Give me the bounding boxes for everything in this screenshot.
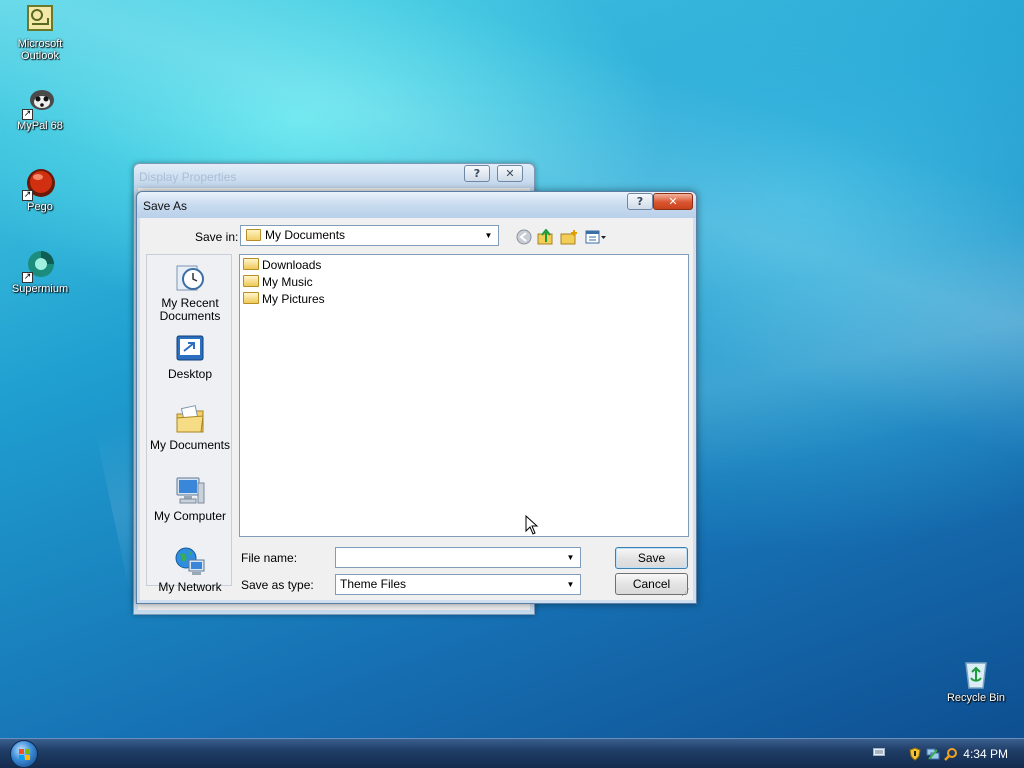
dialog-body: Save in: My Documents ▼ My Recent Docume… bbox=[140, 218, 693, 600]
desktop-icon-mypal[interactable]: ↗ MyPal 68 bbox=[2, 86, 78, 132]
save-as-type-label: Save as type: bbox=[241, 578, 314, 592]
file-name: My Pictures bbox=[262, 292, 325, 306]
dialog-title: Save As bbox=[143, 199, 188, 213]
desktop-icon-label: Outlook bbox=[21, 50, 59, 62]
desktop-icon bbox=[174, 333, 206, 365]
save-button[interactable]: Save bbox=[615, 547, 688, 569]
resize-grip-icon[interactable]: ⋰ bbox=[681, 588, 691, 598]
keyboard-icon[interactable] bbox=[872, 747, 886, 761]
security-shield-icon[interactable] bbox=[908, 747, 922, 761]
folder-music-icon bbox=[243, 275, 259, 287]
back-icon[interactable] bbox=[514, 227, 534, 247]
clock[interactable]: 4:34 PM bbox=[963, 747, 1008, 761]
list-item-my-pictures[interactable]: My Pictures bbox=[243, 291, 325, 307]
start-button[interactable] bbox=[10, 740, 38, 768]
file-name-label: File name: bbox=[241, 551, 298, 565]
list-item-my-music[interactable]: My Music bbox=[243, 274, 313, 290]
mouse-cursor-icon bbox=[525, 514, 539, 535]
my-network-icon bbox=[174, 546, 206, 578]
mypal-icon: ↗ bbox=[22, 86, 56, 120]
my-computer-icon bbox=[174, 475, 206, 507]
recycle-bin-icon bbox=[960, 658, 992, 690]
place-label: My Network bbox=[158, 580, 222, 594]
chevron-down-icon[interactable]: ▼ bbox=[563, 550, 578, 565]
save-as-type-value: Theme Files bbox=[340, 577, 407, 591]
help-button[interactable]: ? bbox=[464, 165, 490, 182]
shortcut-arrow-icon: ↗ bbox=[22, 190, 33, 201]
desktop-icon-label: Supermium bbox=[11, 283, 69, 295]
place-label: Desktop bbox=[167, 367, 213, 381]
save-as-type-dropdown[interactable]: Theme Files ▼ bbox=[335, 574, 581, 595]
place-label: My Documents bbox=[149, 438, 231, 452]
network-icon[interactable] bbox=[926, 747, 940, 761]
chevron-down-icon[interactable]: ▼ bbox=[563, 577, 578, 592]
save-in-label: Save in: bbox=[195, 230, 239, 244]
supermium-icon: ↗ bbox=[22, 249, 56, 283]
place-label: My Computer bbox=[153, 509, 227, 523]
desktop-icon-outlook[interactable]: Microsoft Outlook bbox=[2, 4, 78, 62]
shortcut-arrow-icon: ↗ bbox=[22, 109, 33, 120]
outlook-icon bbox=[24, 4, 56, 36]
views-menu-icon[interactable] bbox=[584, 227, 608, 247]
place-label: Documents bbox=[159, 309, 221, 323]
system-tray: 4:34 PM bbox=[864, 739, 1024, 768]
file-name: My Music bbox=[262, 275, 313, 289]
file-name-input[interactable]: ▼ bbox=[335, 547, 581, 568]
window-title: Display Properties bbox=[139, 170, 237, 184]
search-icon[interactable] bbox=[944, 747, 958, 761]
save-in-value: My Documents bbox=[265, 228, 346, 242]
folder-icon bbox=[243, 258, 259, 270]
chevron-down-icon[interactable]: ▼ bbox=[481, 228, 496, 243]
taskbar: 4:34 PM bbox=[0, 738, 1024, 768]
list-item-downloads[interactable]: Downloads bbox=[243, 257, 321, 273]
new-folder-icon[interactable] bbox=[559, 227, 579, 247]
file-name: Downloads bbox=[262, 258, 322, 272]
place-my-documents[interactable]: My Documents bbox=[147, 404, 233, 452]
windows-flag-icon bbox=[19, 749, 30, 760]
desktop-icon-label: Recycle Bin bbox=[946, 692, 1006, 704]
file-list[interactable]: Downloads My Music My Pictures bbox=[239, 254, 689, 537]
place-my-computer[interactable]: My Computer bbox=[147, 475, 233, 523]
my-documents-icon bbox=[174, 404, 206, 436]
up-folder-icon[interactable] bbox=[536, 227, 556, 247]
recent-documents-icon bbox=[174, 262, 206, 294]
title-bar[interactable]: Save As ? ✕ bbox=[137, 192, 696, 218]
desktop-icon-label: Pego bbox=[27, 201, 53, 213]
title-bar[interactable]: Display Properties ? ✕ bbox=[134, 164, 534, 188]
my-documents-icon bbox=[246, 229, 261, 241]
place-desktop[interactable]: Desktop bbox=[147, 333, 233, 381]
places-bar: My Recent Documents Desktop My Documents bbox=[146, 254, 233, 594]
close-button[interactable]: ✕ bbox=[497, 165, 523, 182]
place-my-recent-documents[interactable]: My Recent Documents bbox=[147, 262, 233, 323]
desktop-icon-pego[interactable]: ↗ Pego bbox=[2, 167, 78, 213]
desktop-icon-supermium[interactable]: ↗ Supermium bbox=[2, 249, 78, 295]
pego-icon: ↗ bbox=[22, 167, 56, 201]
cancel-button[interactable]: Cancel bbox=[615, 573, 688, 595]
desktop-icon-label: MyPal 68 bbox=[17, 120, 63, 132]
shortcut-arrow-icon: ↗ bbox=[22, 272, 33, 283]
folder-pictures-icon bbox=[243, 292, 259, 304]
desktop-icon-recycle-bin[interactable]: Recycle Bin bbox=[938, 658, 1014, 704]
help-button[interactable]: ? bbox=[627, 193, 653, 210]
save-as-dialog: Save As ? ✕ Save in: My Documents ▼ My R… bbox=[136, 191, 697, 604]
desktop-icon-label: Microsoft bbox=[17, 38, 63, 50]
place-my-network[interactable]: My Network bbox=[147, 546, 233, 594]
save-in-dropdown[interactable]: My Documents ▼ bbox=[240, 225, 499, 246]
close-button[interactable]: ✕ bbox=[653, 193, 693, 210]
